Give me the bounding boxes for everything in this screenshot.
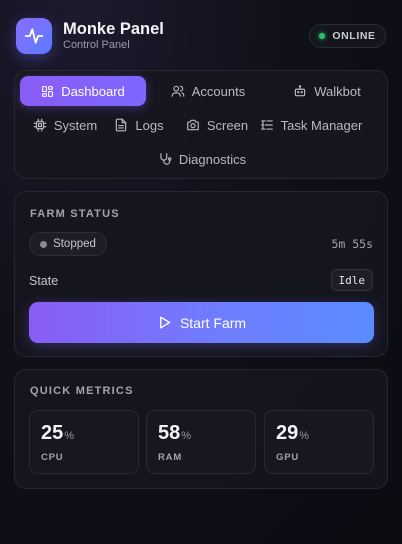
metric-cpu-label: CPU [41,452,64,463]
metric-gpu-unit: % [299,430,310,442]
quick-metrics-title: QUICK METRICS [30,385,134,397]
list-icon [260,120,273,130]
tab-system[interactable]: System [21,110,109,140]
tab-walkbot[interactable]: Walkbot [270,76,384,106]
farm-status-badge: Stopped [29,232,107,256]
app-header: Monke Panel Control Panel ONLINE [16,18,386,54]
metric-cpu: 25% CPU [29,410,139,474]
tab-dashboard-label: Dashboard [61,83,125,99]
file-icon [116,118,127,132]
chip-icon [33,118,47,132]
metric-ram-value: 58% [158,422,191,445]
metric-cpu-unit: % [64,430,75,442]
grid-icon [42,85,54,97]
farm-status-title: FARM STATUS [30,208,120,220]
app-logo [16,18,52,54]
state-label: State [29,274,59,288]
quick-metrics-card: QUICK METRICS 25% CPU 58% RAM 29% GPU [14,369,388,489]
metric-ram-number: 58 [158,422,181,444]
tab-system-label: System [53,117,98,133]
play-icon [160,316,171,329]
pulse-icon [24,28,44,44]
tab-accounts[interactable]: Accounts [146,76,270,106]
metric-ram-label: RAM [158,452,183,463]
tab-logs-label: Logs [135,117,164,133]
metric-gpu: 29% GPU [264,410,374,474]
state-value-badge: Idle [330,269,373,291]
users-icon [171,85,185,97]
farm-status-card: FARM STATUS Stopped 5m 55s State Idle St… [14,191,388,357]
app-title: Monke Panel [63,20,164,38]
tab-logs[interactable]: Logs [109,110,169,140]
metric-gpu-label: GPU [276,452,299,463]
bot-icon [295,85,306,97]
online-dot [319,33,326,39]
metric-cpu-number: 25 [41,422,64,444]
tab-dashboard[interactable]: Dashboard [20,76,146,106]
farm-uptime: 5m 55s [331,237,373,251]
metric-cpu-value: 25% [41,422,74,445]
tab-diagnostics[interactable]: Diagnostics [142,144,262,174]
nav-tabs: Dashboard Accounts Walkbot System Logs S… [14,70,388,179]
online-status-label: ONLINE [332,30,376,42]
tab-task-manager-label: Task Manager [280,117,363,133]
tab-task-manager[interactable]: Task Manager [239,110,383,140]
start-farm-button[interactable]: Start Farm [29,302,374,343]
farm-status-label: Stopped [53,238,96,250]
stethoscope-icon [160,153,172,165]
app-subtitle: Control Panel [63,39,130,51]
tab-accounts-label: Accounts [191,83,246,99]
online-status-badge: ONLINE [309,24,386,48]
tab-walkbot-label: Walkbot [314,83,361,99]
status-dot [40,240,48,248]
metric-ram-unit: % [181,430,192,442]
tab-diagnostics-label: Diagnostics [178,151,247,167]
metric-gpu-value: 29% [276,422,309,445]
metric-gpu-number: 29 [276,422,299,444]
start-farm-label: Start Farm [179,314,247,331]
camera-icon [187,119,199,131]
metric-ram: 58% RAM [146,410,256,474]
